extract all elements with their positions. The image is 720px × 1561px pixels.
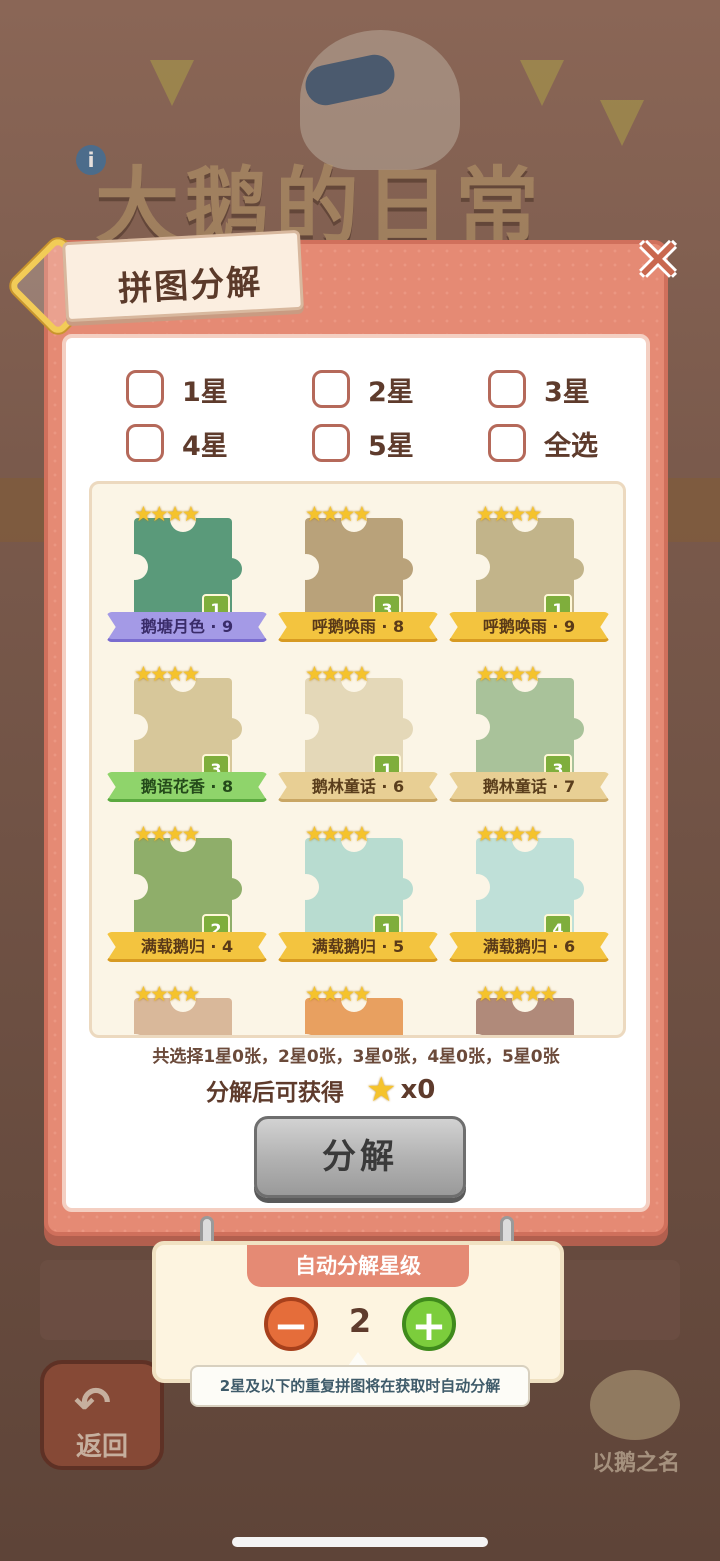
puzzle-name-ribbon: 满载鹅归 · 6	[448, 932, 610, 962]
puzzle-card[interactable]: ★★★★ 3 鹅林童话 · 7	[444, 648, 614, 802]
back-arrow-icon: ↶	[74, 1378, 111, 1429]
back-label: 返回	[75, 1432, 128, 1462]
puzzle-notch	[122, 874, 148, 900]
puzzle-card[interactable]: ★★★★ 3 呼鹅唤雨 · 8	[273, 488, 443, 642]
home-indicator[interactable]	[232, 1537, 488, 1547]
puzzle-notch	[293, 554, 319, 580]
puzzle-card[interactable]: ★★★★★	[444, 968, 614, 1035]
auto-decompose-level: 2	[348, 1302, 372, 1340]
puzzle-card[interactable]: ★★★★ 1 鹅塘月色 · 9	[102, 488, 272, 642]
puzzle-notch	[122, 714, 148, 740]
bunting-flag	[520, 60, 564, 106]
bunting-flag	[150, 60, 194, 106]
star-rating-icon: ★★★★	[134, 982, 200, 1006]
filter-1-star[interactable]: 1星	[126, 369, 228, 409]
star-rating-icon: ★★★★	[134, 822, 200, 846]
puzzle-notch	[464, 554, 490, 580]
checkbox-icon[interactable]	[312, 370, 350, 408]
puzzle-name-ribbon: 鹅塘月色 · 9	[106, 612, 268, 642]
puzzle-name-ribbon: 鹅语花香 · 8	[106, 772, 268, 802]
reward-count: x0	[400, 1075, 436, 1105]
checkbox-icon[interactable]	[488, 424, 526, 462]
star-rating-icon: ★★★★	[476, 822, 542, 846]
brand-goose-image	[590, 1370, 680, 1440]
puzzle-name-ribbon: 满载鹅归 · 5	[277, 932, 439, 962]
back-button[interactable]: ↶ 返回	[40, 1360, 164, 1470]
puzzle-card[interactable]: ★★★★ 1 鹅林童话 · 6	[273, 648, 443, 802]
checkbox-icon[interactable]	[126, 424, 164, 462]
puzzle-card[interactable]: ★★★★ 1 呼鹅唤雨 · 9	[444, 488, 614, 642]
puzzle-card[interactable]: ★★★★ 1 满载鹅归 · 5	[273, 808, 443, 962]
puzzle-card[interactable]: ★★★★ 2 满载鹅归 · 4	[102, 808, 272, 962]
star-rating-icon: ★★★★	[305, 822, 371, 846]
puzzle-grid: ★★★★ 1 鹅塘月色 · 9 ★★★★ 3 呼鹅唤雨 · 8 ★★★★ 1 呼鹅唤雨 · 9 ★…	[89, 481, 626, 1038]
star-rating-icon: ★★★★	[305, 502, 371, 526]
filter-label: 1星	[182, 376, 228, 408]
star-icon: ★	[366, 1070, 397, 1110]
star-rating-icon: ★★★★	[476, 662, 542, 686]
filter-4-star[interactable]: 4星	[126, 423, 228, 463]
brand-logo: 以鹅之名	[591, 1451, 680, 1476]
puzzle-notch	[464, 874, 490, 900]
star-rating-icon: ★★★★	[134, 662, 200, 686]
minus-icon[interactable]: −	[264, 1297, 318, 1351]
dialog-title: 拼图分解	[117, 262, 264, 310]
star-rating-icon: ★★★★	[134, 502, 200, 526]
filter-label: 全选	[544, 430, 598, 462]
puzzle-name-ribbon: 呼鹅唤雨 · 9	[448, 612, 610, 642]
auto-decompose-title: 自动分解星级	[247, 1245, 469, 1287]
filter-label: 2星	[368, 376, 414, 408]
reward-label: 分解后可获得	[206, 1080, 344, 1106]
puzzle-card[interactable]: ★★★★ 4 满载鹅归 · 6	[444, 808, 614, 962]
puzzle-name-ribbon: 呼鹅唤雨 · 8	[277, 612, 439, 642]
puzzle-notch	[122, 554, 148, 580]
auto-decompose-tip: 2星及以下的重复拼图将在获取时自动分解	[190, 1365, 530, 1407]
filter-2-star[interactable]: 2星	[312, 369, 414, 409]
tip-arrow	[348, 1352, 368, 1366]
puzzle-notch	[293, 874, 319, 900]
checkbox-icon[interactable]	[126, 370, 164, 408]
star-rating-icon: ★★★★★	[476, 982, 558, 1006]
selection-summary: 共选择1星0张，2星0张，3星0张，4星0张，5星0张	[152, 1047, 560, 1067]
puzzle-name-ribbon: 满载鹅归 · 4	[106, 932, 268, 962]
filter-3-star[interactable]: 3星	[488, 369, 590, 409]
puzzle-card[interactable]: ★★★★ 3 鹅语花香 · 8	[102, 648, 272, 802]
checkbox-icon[interactable]	[312, 424, 350, 462]
star-rating-icon: ★★★★	[476, 502, 542, 526]
close-icon[interactable]: ✕	[630, 231, 686, 290]
filter-label: 5星	[368, 430, 414, 462]
filter-label: 4星	[182, 430, 228, 462]
reward-preview: 分解后可获得 ★ x0	[206, 1070, 436, 1110]
puzzle-card[interactable]: ★★★★	[102, 968, 272, 1035]
decompose-button[interactable]: 分解	[254, 1116, 466, 1198]
puzzle-name-ribbon: 鹅林童话 · 6	[277, 772, 439, 802]
filter-select-all[interactable]: 全选	[488, 423, 598, 463]
star-rating-icon: ★★★★	[305, 662, 371, 686]
star-rating-icon: ★★★★	[305, 982, 371, 1006]
puzzle-notch	[464, 714, 490, 740]
filter-5-star[interactable]: 5星	[312, 423, 414, 463]
puzzle-name-ribbon: 鹅林童话 · 7	[448, 772, 610, 802]
plus-icon[interactable]: +	[402, 1297, 456, 1351]
puzzle-notch	[293, 714, 319, 740]
checkbox-icon[interactable]	[488, 370, 526, 408]
puzzle-card[interactable]: ★★★★	[273, 968, 443, 1035]
filter-label: 3星	[544, 376, 590, 408]
game-title-logo: 大鹅的日常	[95, 158, 546, 256]
